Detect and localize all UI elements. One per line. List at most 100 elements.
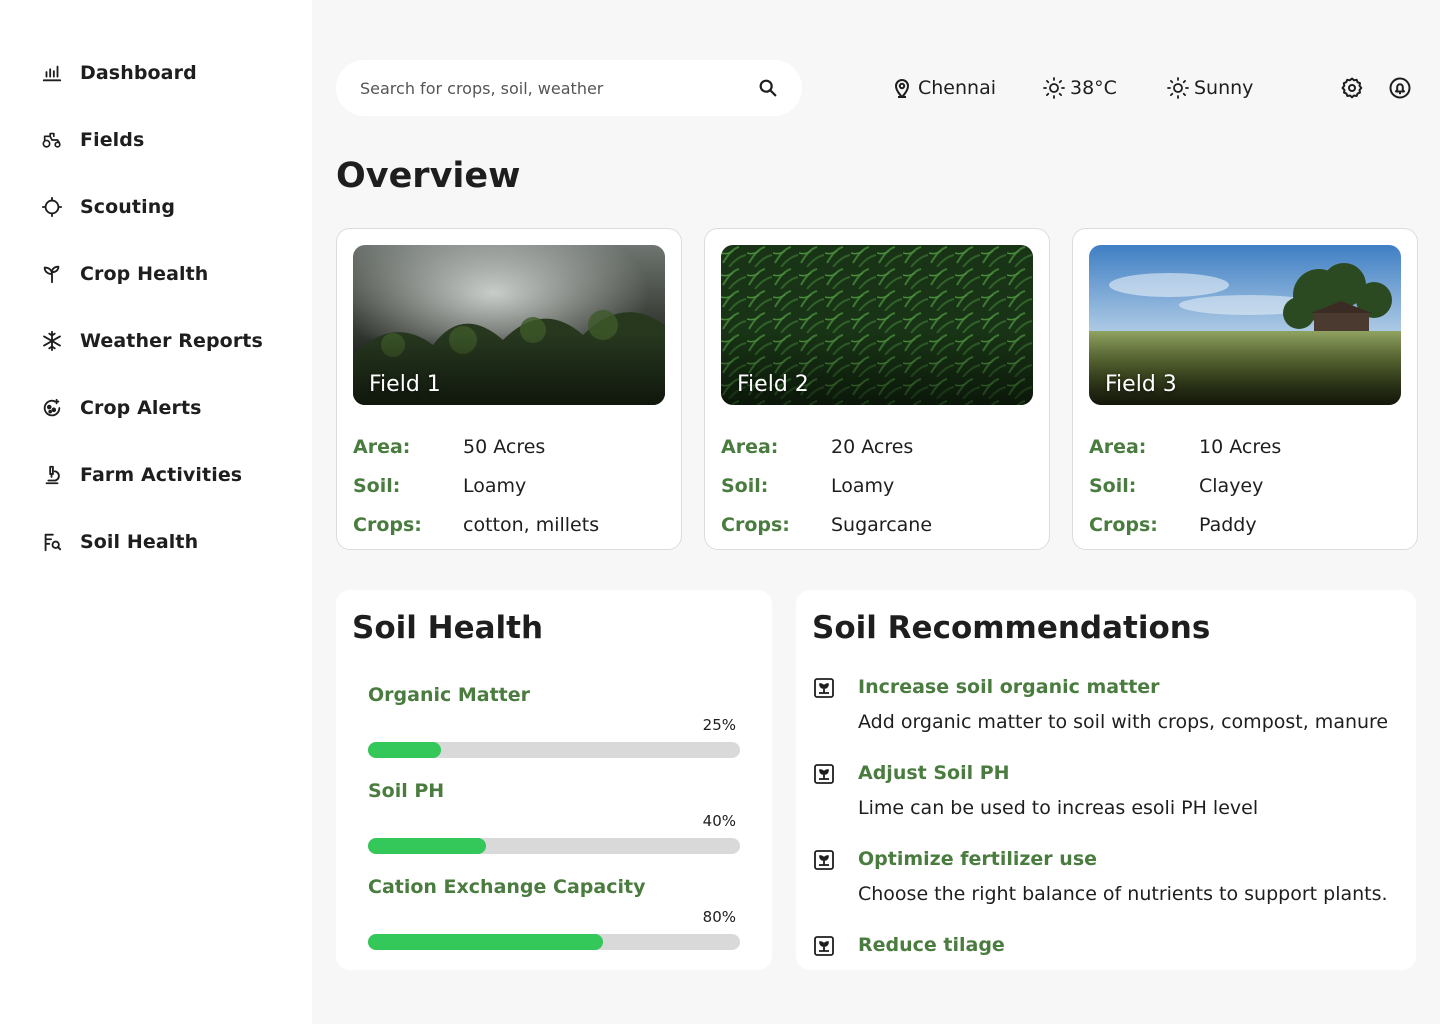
location-text: Chennai [918, 77, 997, 99]
soil-label: Soil: [1089, 474, 1137, 497]
crops-label: Crops: [1089, 513, 1158, 536]
metric-percent: 40% [702, 812, 736, 830]
search-input[interactable] [360, 78, 756, 98]
sprout-icon [40, 262, 64, 286]
progress-bar [368, 838, 740, 854]
crops-value: cotton, millets [463, 513, 600, 536]
sun-icon [1167, 77, 1189, 99]
location-indicator: Chennai [890, 72, 996, 104]
metric-percent: 25% [702, 716, 736, 734]
soil-search-icon [40, 530, 64, 554]
settings-icon[interactable] [1338, 74, 1366, 102]
sidebar-item-label: Fields [80, 129, 145, 151]
field-name: Field 3 [1105, 372, 1177, 397]
condition-text: Sunny [1194, 77, 1254, 99]
plant-badge-icon [814, 764, 834, 784]
field-card[interactable]: Field 2 Area: 20 Acres Soil: Loamy Crops: S… [704, 228, 1050, 550]
recommendation-title: Increase soil organic matter [858, 676, 1160, 698]
sidebar-item-farm-activities[interactable]: Farm Activities [40, 458, 263, 492]
crops-label: Crops: [353, 513, 422, 536]
recommendation-title: Reduce tilage [858, 934, 1005, 956]
recommendation-title: Adjust Soil PH [858, 762, 1010, 784]
field-image: Field 2 [721, 245, 1033, 405]
soil-value: Loamy [463, 474, 527, 497]
soil-health-title: Soil Health [352, 610, 544, 646]
recommendation-title: Optimize fertilizer use [858, 848, 1098, 870]
snowflake-icon [40, 329, 64, 353]
soil-value: Loamy [831, 474, 895, 497]
search-bar [336, 60, 802, 116]
sidebar-item-label: Scouting [80, 196, 176, 218]
field-image: Field 3 [1089, 245, 1401, 405]
sidebar-item-label: Weather Reports [80, 330, 263, 352]
crops-value: Paddy [1199, 513, 1257, 536]
progress-fill [368, 742, 442, 758]
plant-badge-icon [814, 678, 834, 698]
field-name: Field 1 [369, 372, 441, 397]
field-image: Field 1 [353, 245, 665, 405]
plant-badge-icon [814, 936, 834, 956]
area-label: Area: [353, 435, 411, 458]
area-value: 20 Acres [831, 435, 914, 458]
sidebar-item-weather-reports[interactable]: Weather Reports [40, 324, 263, 358]
progress-bar [368, 934, 740, 950]
field-details: Area: 10 Acres Soil: Clayey Crops: Paddy [1089, 427, 1281, 544]
alert-icon [40, 396, 64, 420]
metric-cation-exchange-capacity: Cation Exchange Capacity 80% [368, 876, 740, 950]
crops-label: Crops: [721, 513, 790, 536]
field-card[interactable]: Field 3 Area: 10 Acres Soil: Clayey Crops:… [1072, 228, 1418, 550]
notification-bell-icon[interactable] [1386, 74, 1414, 102]
field-card[interactable]: Field 1 Area: 50 Acres Soil: Loamy Crops: c… [336, 228, 682, 550]
metric-organic-matter: Organic Matter 25% [368, 684, 740, 758]
progress-fill [368, 934, 604, 950]
sidebar-item-label: Dashboard [80, 62, 197, 84]
sidebar-item-dashboard[interactable]: Dashboard [40, 56, 263, 90]
sidebar-item-soil-health[interactable]: Soil Health [40, 525, 263, 559]
sidebar-item-label: Farm Activities [80, 464, 243, 486]
search-icon[interactable] [756, 76, 780, 100]
location-pin-icon [895, 79, 909, 98]
microscope-icon [40, 463, 64, 487]
area-label: Area: [1089, 435, 1147, 458]
weather-condition: Sunny [1166, 72, 1253, 104]
sidebar-item-crop-alerts[interactable]: Crop Alerts [40, 391, 263, 425]
sidebar: Dashboard Fields Scouting Crop Health We… [0, 0, 312, 1024]
metric-soil-ph: Soil PH 40% [368, 780, 740, 854]
bar-chart-icon [40, 61, 64, 85]
progress-fill [368, 838, 486, 854]
temperature-text: 38°C [1070, 77, 1117, 99]
tractor-icon [40, 128, 64, 152]
sidebar-item-fields[interactable]: Fields [40, 123, 263, 157]
soil-recommendations-card: Soil Recommendations Increase soil organ… [796, 590, 1416, 970]
area-value: 10 Acres [1199, 435, 1282, 458]
progress-bar [368, 742, 740, 758]
metric-label: Cation Exchange Capacity [368, 876, 646, 898]
metric-percent: 80% [702, 908, 736, 926]
recommendation-description: Choose the right balance of nutrients to… [858, 883, 1388, 905]
soil-label: Soil: [721, 474, 769, 497]
recommendation-description: Lime can be used to increas esoli PH lev… [858, 797, 1259, 819]
sidebar-item-scouting[interactable]: Scouting [40, 190, 263, 224]
recommendation-description: Add organic matter to soil with crops, c… [858, 711, 1389, 733]
soil-recommendations-title: Soil Recommendations [812, 610, 1211, 646]
temperature-indicator: 38°C [1042, 72, 1117, 104]
sun-icon [1043, 77, 1065, 99]
sidebar-nav: Dashboard Fields Scouting Crop Health We… [40, 56, 263, 592]
field-details: Area: 20 Acres Soil: Loamy Crops: Sugarcane [721, 427, 932, 544]
area-value: 50 Acres [463, 435, 546, 458]
area-label: Area: [721, 435, 779, 458]
metric-label: Organic Matter [368, 684, 531, 706]
metric-label: Soil PH [368, 780, 445, 802]
field-details: Area: 50 Acres Soil: Loamy Crops: cotton, m… [353, 427, 599, 544]
sidebar-item-label: Crop Health [80, 263, 209, 285]
sidebar-item-label: Crop Alerts [80, 397, 202, 419]
soil-value: Clayey [1199, 474, 1264, 497]
crosshair-icon [40, 195, 64, 219]
field-name: Field 2 [737, 372, 809, 397]
sidebar-item-label: Soil Health [80, 531, 199, 553]
crops-value: Sugarcane [831, 513, 933, 536]
page-title: Overview [336, 156, 521, 196]
sidebar-item-crop-health[interactable]: Crop Health [40, 257, 263, 291]
soil-health-card: Soil Health Organic Matter 25% Soil PH 4… [336, 590, 772, 970]
soil-label: Soil: [353, 474, 401, 497]
